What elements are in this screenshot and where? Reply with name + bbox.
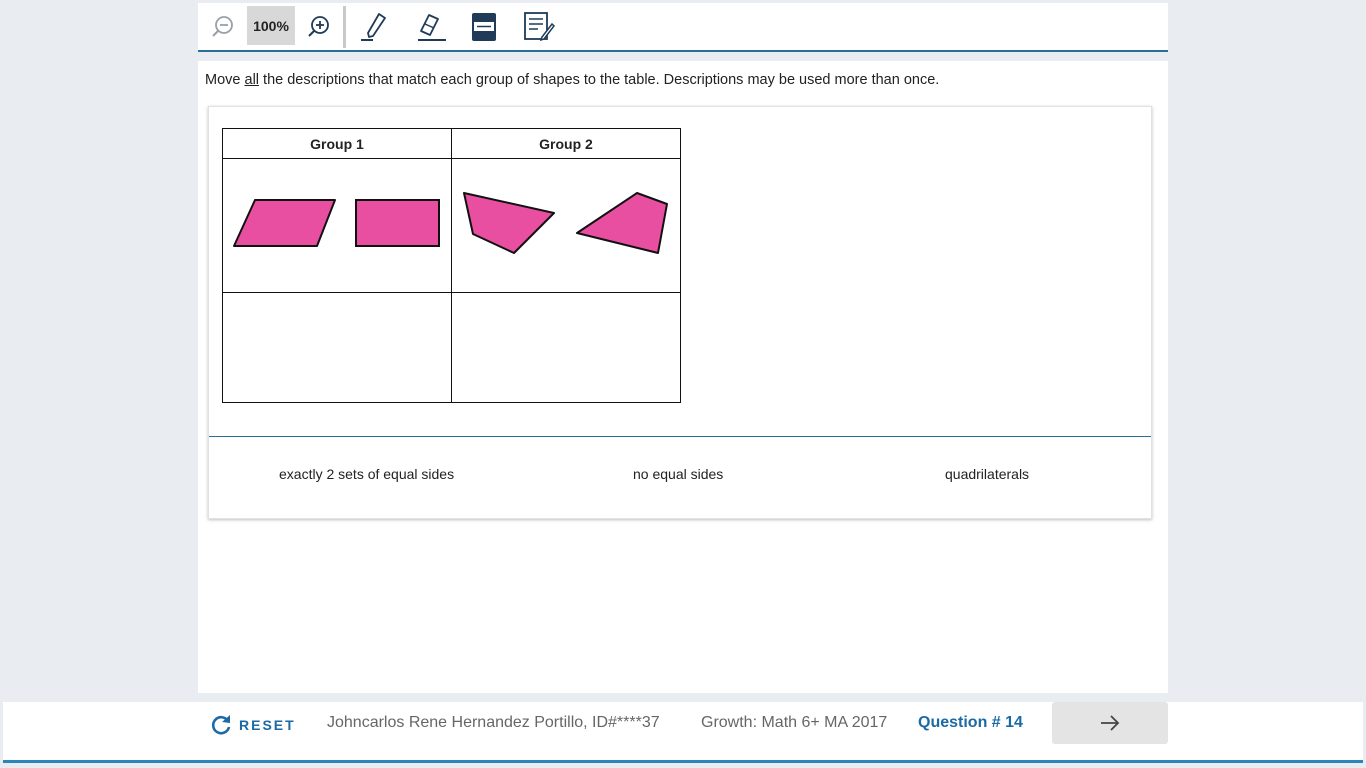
prompt-emphasis: all <box>244 72 260 88</box>
column-header-group-2: Group 2 <box>451 128 681 159</box>
line-reader-icon <box>472 13 496 41</box>
footer-bar: RESET Johncarlos Rene Hernandez Portillo… <box>3 702 1363 763</box>
group-1-shapes <box>233 199 440 247</box>
rectangle-shape <box>355 199 440 247</box>
eraser-icon <box>418 14 446 41</box>
zoom-out-button[interactable] <box>203 9 243 45</box>
notepad-icon <box>524 12 555 42</box>
irregular-quadrilateral-shape-2 <box>576 192 668 254</box>
question-prompt: Move all the descriptions that match eac… <box>205 72 939 88</box>
column-header-group-1: Group 1 <box>222 128 452 159</box>
arrow-right-icon <box>1101 715 1120 731</box>
next-button[interactable] <box>1052 702 1168 744</box>
highlighter-icon <box>361 13 386 41</box>
highlighter-button[interactable] <box>356 9 396 45</box>
student-info: Johncarlos Rene Hernandez Portillo, ID#*… <box>327 714 660 731</box>
eraser-button[interactable] <box>412 9 452 45</box>
question-panel: Move all the descriptions that match eac… <box>198 61 1168 693</box>
group-2-drop-zone[interactable] <box>451 292 681 403</box>
draggable-option-no-equal-sides[interactable]: no equal sides <box>633 466 723 482</box>
reset-label: RESET <box>239 717 296 733</box>
group-1-drop-zone[interactable] <box>222 292 452 403</box>
test-name: Growth: Math 6+ MA 2017 <box>701 714 888 731</box>
response-table: Group 1 Group 2 <box>222 128 681 403</box>
drag-drop-card: Group 1 Group 2 exactly 2 sets of equal … <box>208 106 1152 519</box>
question-number: Question # 14 <box>918 714 1023 731</box>
toolbar-separator <box>343 6 346 48</box>
toolbar: 100% <box>198 3 1168 52</box>
options-divider <box>209 436 1151 437</box>
line-reader-button[interactable] <box>464 9 504 45</box>
parallelogram-shape <box>233 199 336 247</box>
zoom-in-button[interactable] <box>299 9 339 45</box>
zoom-out-icon <box>212 16 233 37</box>
draggable-option-quadrilaterals[interactable]: quadrilaterals <box>945 466 1029 482</box>
prompt-text-end: the descriptions that match each group o… <box>259 72 940 88</box>
zoom-in-icon <box>308 16 329 37</box>
irregular-quadrilateral-shape-1 <box>463 192 555 254</box>
group-1-shapes-cell <box>222 158 452 293</box>
refresh-icon <box>211 715 231 735</box>
draggable-option-equal-sides[interactable]: exactly 2 sets of equal sides <box>279 466 454 482</box>
prompt-text-start: Move <box>205 72 245 88</box>
reset-button[interactable]: RESET <box>209 711 296 739</box>
group-2-shapes-cell <box>451 158 681 293</box>
zoom-level: 100% <box>247 6 295 45</box>
notepad-button[interactable] <box>519 9 559 45</box>
group-2-shapes <box>463 192 668 254</box>
